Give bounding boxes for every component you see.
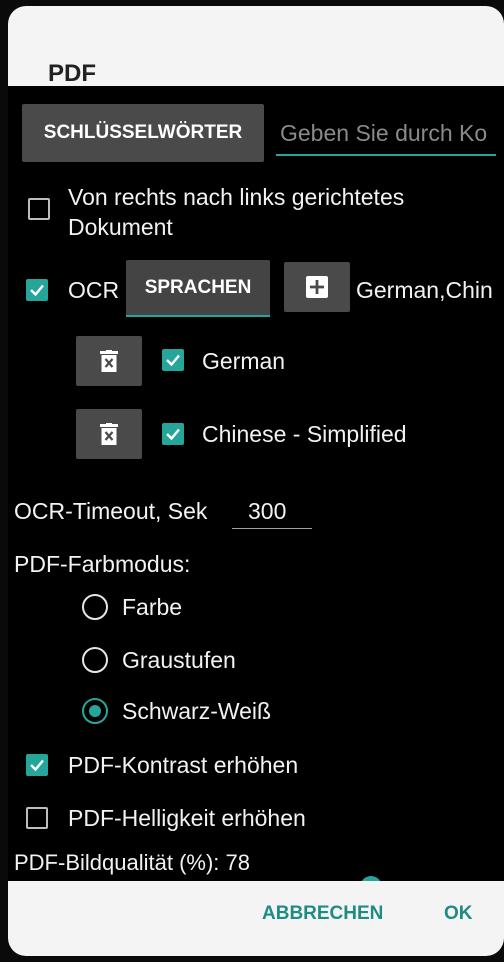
contrast-label: PDF-Kontrast erhöhen [68, 752, 299, 778]
keywords-input-underline [276, 154, 496, 156]
languages-button[interactable]: SPRACHEN [126, 260, 270, 316]
keywords-input[interactable]: Geben Sie durch Ko [280, 120, 504, 147]
ocr-timeout-label: OCR-Timeout, Sek [14, 498, 208, 524]
brightness-label: PDF-Helligkeit erhöhen [68, 805, 306, 831]
delete-german-button[interactable] [76, 336, 142, 386]
dialog-header: PDF [8, 6, 504, 87]
radio-color-label: Farbe [122, 594, 183, 620]
brightness-checkbox[interactable] [26, 807, 48, 829]
dialog-title: PDF [48, 60, 96, 87]
chinese-label: Chinese - Simplified [202, 421, 407, 447]
contrast-checkbox[interactable] [26, 754, 48, 776]
ocr-label: OCR [68, 277, 120, 303]
delete-chinese-button[interactable] [76, 409, 142, 459]
check-icon [30, 284, 44, 297]
color-mode-label: PDF-Farbmodus: [14, 551, 191, 577]
plus-icon [306, 276, 328, 298]
radio-grayscale-label: Graustufen [122, 647, 236, 673]
radio-black-white-label: Schwarz-Weiß [122, 698, 272, 724]
trash-icon [100, 423, 118, 445]
add-language-button[interactable] [284, 262, 350, 312]
german-checkbox[interactable] [162, 349, 184, 371]
rtl-label-line1: Von rechts nach links gerichtetes [68, 184, 405, 210]
check-icon [166, 354, 180, 367]
keywords-button[interactable]: SCHLÜSSELWÖRTER [22, 104, 264, 162]
radio-color[interactable] [82, 594, 108, 620]
selected-languages-text: German,Chin [356, 277, 493, 303]
ok-button[interactable]: OK [444, 903, 473, 925]
ocr-timeout-input[interactable]: 300 [248, 498, 286, 525]
radio-black-white[interactable] [82, 698, 108, 724]
dialog-content[interactable]: SCHLÜSSELWÖRTER Geben Sie durch Ko Von r… [8, 86, 504, 898]
rtl-label-line2: Dokument [68, 214, 173, 240]
rtl-checkbox[interactable] [28, 198, 50, 220]
dialog-footer: ABBRECHEN OK [8, 881, 504, 956]
check-icon [30, 759, 44, 772]
cancel-button[interactable]: ABBRECHEN [262, 903, 383, 925]
languages-button-underline [126, 315, 270, 317]
radio-grayscale[interactable] [82, 647, 108, 673]
ocr-checkbox[interactable] [26, 279, 48, 301]
quality-label: PDF-Bildqualität (%): 78 [14, 850, 250, 875]
trash-icon [100, 350, 118, 372]
ocr-timeout-underline [232, 528, 312, 529]
chinese-checkbox[interactable] [162, 423, 184, 445]
german-label: German [202, 348, 286, 374]
pdf-dialog: PDF SCHLÜSSELWÖRTER Geben Sie durch Ko V… [8, 6, 504, 956]
check-icon [166, 428, 180, 441]
